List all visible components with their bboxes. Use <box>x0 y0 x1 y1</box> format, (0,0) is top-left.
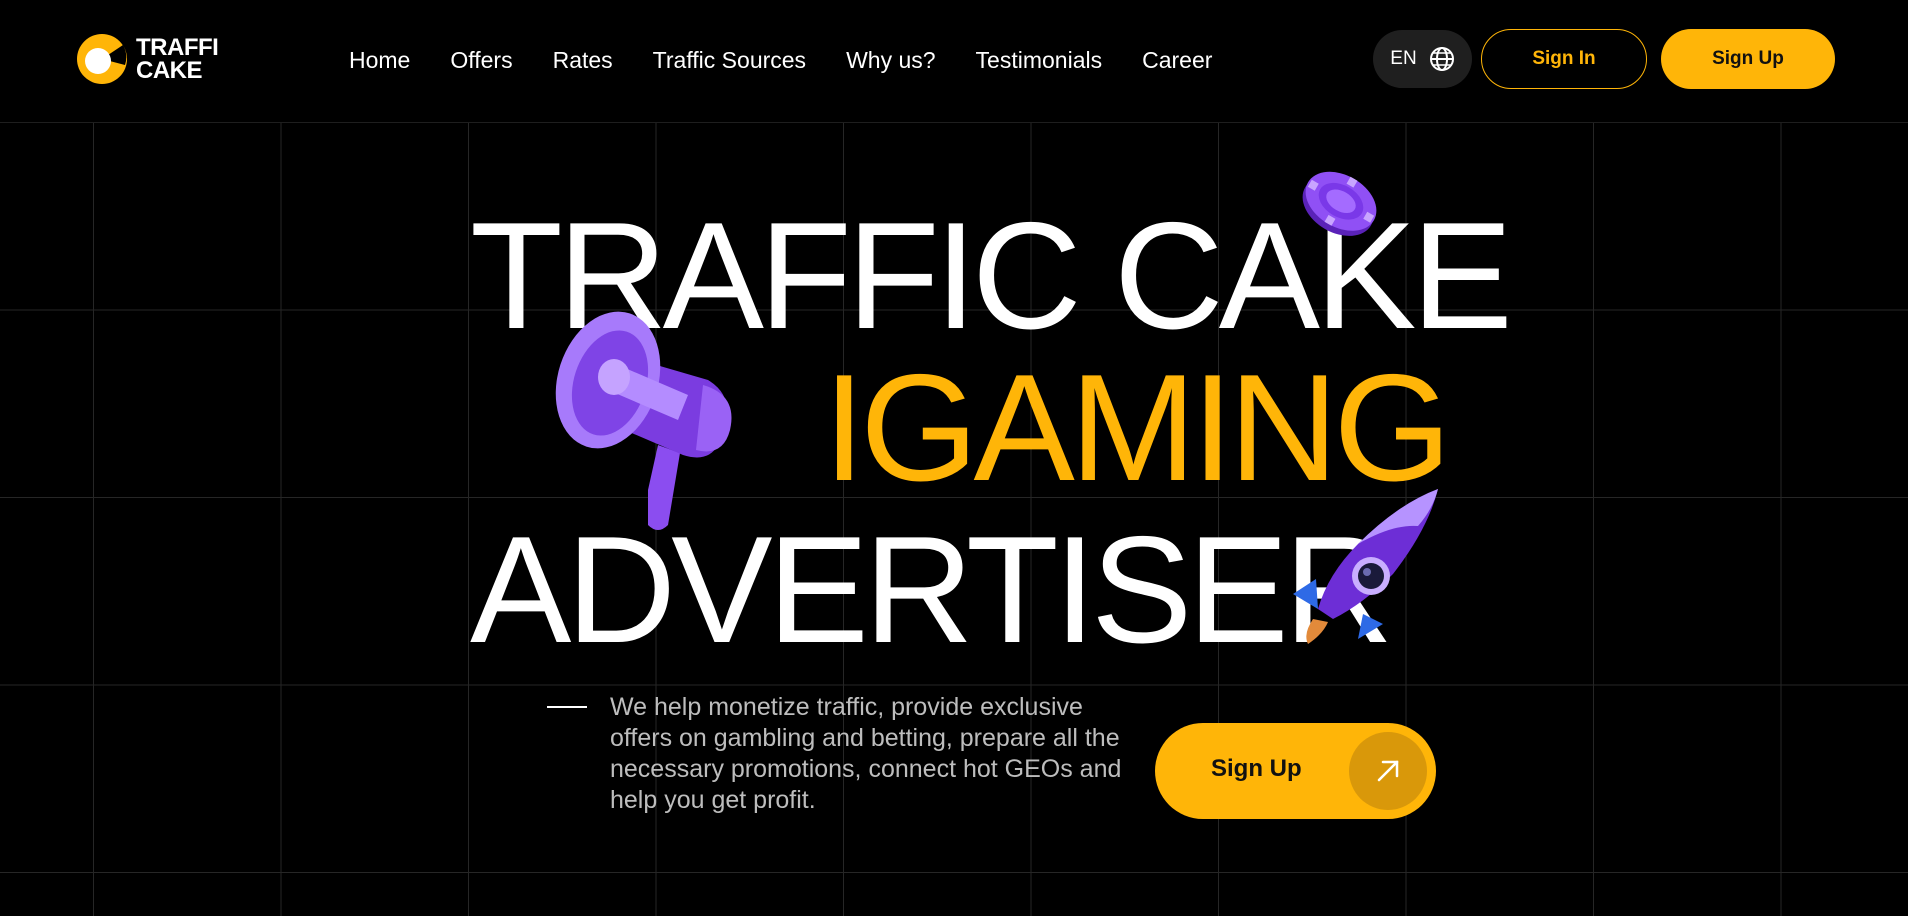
nav-offers[interactable]: Offers <box>450 44 512 76</box>
nav-testimonials[interactable]: Testimonials <box>976 44 1103 76</box>
site-header: TRAFFI CAKE Home Offers Rates Traffic So… <box>0 0 1908 123</box>
sign-in-button[interactable]: Sign In <box>1481 29 1647 89</box>
logo-text: TRAFFI CAKE <box>136 34 219 84</box>
nav-home[interactable]: Home <box>349 44 410 76</box>
cake-logo-icon <box>77 34 127 84</box>
globe-icon <box>1429 47 1454 71</box>
arrow-up-right-icon <box>1377 760 1399 782</box>
sign-up-button-hero[interactable]: Sign Up <box>1155 723 1436 819</box>
language-value: EN <box>1390 48 1417 69</box>
hero-title-line-2: IGAMING <box>823 343 1452 513</box>
hero-description: We help monetize traffic, provide exclus… <box>610 693 1122 814</box>
nav-why-us[interactable]: Why us? <box>846 44 935 76</box>
hero-title-line-3: ADVERTISER <box>470 505 1394 675</box>
megaphone-icon <box>555 311 732 530</box>
arrow-circle <box>1349 732 1427 810</box>
nav-career[interactable]: Career <box>1142 44 1212 76</box>
sign-up-button-header[interactable]: Sign Up <box>1661 29 1835 89</box>
logo-line-1: TRAFFI <box>136 34 219 61</box>
nav-traffic-sources[interactable]: Traffic Sources <box>653 44 806 76</box>
logo[interactable]: TRAFFI CAKE <box>76 33 219 85</box>
casino-chip-icon <box>1302 171 1377 236</box>
language-selector[interactable]: EN <box>1373 30 1472 88</box>
main-nav: Home Offers Rates Traffic Sources Why us… <box>349 44 1212 76</box>
sign-up-button-label: Sign Up <box>1211 755 1302 782</box>
rocket-icon <box>1293 489 1438 644</box>
description-dash <box>547 706 587 708</box>
logo-line-2: CAKE <box>136 57 203 84</box>
nav-rates[interactable]: Rates <box>553 44 613 76</box>
